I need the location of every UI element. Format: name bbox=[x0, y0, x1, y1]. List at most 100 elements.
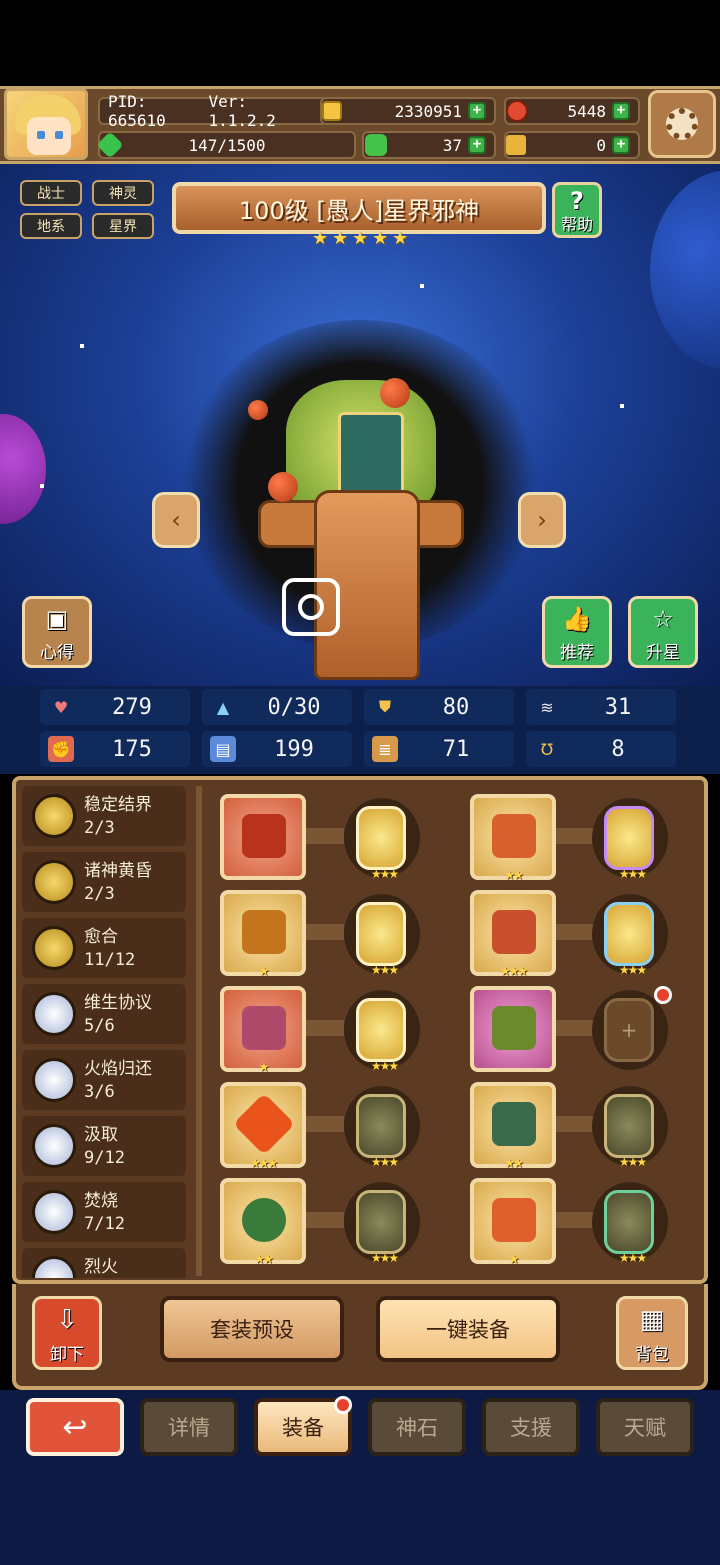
set-name: 焚烧 bbox=[84, 1191, 118, 1211]
upgrade-star-button[interactable]: ☆ 升星 bbox=[628, 596, 698, 668]
rune-slot[interactable]: ★★★ bbox=[356, 1094, 406, 1169]
set-name: 稳定结界 bbox=[84, 795, 152, 815]
stat-attack: ✊ 175 bbox=[40, 731, 190, 767]
back-button[interactable]: ↩ bbox=[26, 1398, 124, 1456]
notes-icon: ▣ bbox=[45, 604, 69, 633]
stat-value: 199 bbox=[274, 736, 314, 762]
equip-slot-gloves[interactable] bbox=[470, 986, 556, 1072]
rune-slot[interactable]: ★★★ bbox=[604, 1094, 654, 1169]
rune-slot[interactable]: ★★★ bbox=[604, 1190, 654, 1265]
rune-slot[interactable]: ★★★ bbox=[356, 1190, 406, 1265]
view-skin-button[interactable] bbox=[282, 578, 340, 636]
tab-label: 神石 bbox=[396, 1416, 438, 1440]
notification-dot bbox=[654, 986, 672, 1004]
equip-slot-armor[interactable]: ★ bbox=[220, 890, 306, 978]
equip-slot-weapon[interactable] bbox=[220, 794, 306, 880]
tag-realm: 星界 bbox=[92, 213, 154, 239]
set-badge-icon bbox=[32, 1190, 76, 1234]
gold-counter: 2330951 + bbox=[320, 97, 496, 125]
set-name: 烈火 bbox=[84, 1257, 118, 1277]
set-progress: 2/3 bbox=[84, 884, 115, 904]
add-clover-button[interactable]: + bbox=[468, 136, 486, 154]
planet-decoration bbox=[0, 414, 46, 524]
tab-talent[interactable]: 天赋 bbox=[596, 1398, 694, 1456]
camera-icon bbox=[298, 594, 324, 620]
backpack-icon: ▦ bbox=[639, 1304, 665, 1335]
tab-godstone[interactable]: 神石 bbox=[368, 1398, 466, 1456]
add-gold-button[interactable]: + bbox=[468, 102, 486, 120]
orb-decoration bbox=[380, 378, 410, 408]
arrow-down-icon: ⇩ bbox=[56, 1304, 78, 1335]
fire-gem-icon bbox=[232, 1092, 296, 1156]
recommend-button[interactable]: 👍 推荐 bbox=[542, 596, 612, 668]
list-item[interactable]: 维生协议 5/6 bbox=[22, 984, 186, 1044]
equip-slot-helmet[interactable]: ★★ bbox=[470, 794, 556, 882]
gear-icon bbox=[666, 108, 698, 140]
bag-button[interactable]: ▦ 背包 bbox=[616, 1296, 688, 1370]
thumbs-up-icon: 👍 bbox=[562, 604, 592, 633]
rune-slot[interactable]: ★★★ bbox=[604, 806, 654, 881]
rune-slot[interactable]: ★★★ bbox=[356, 806, 406, 881]
set-badge-icon bbox=[32, 1124, 76, 1168]
necklace-icon bbox=[242, 1006, 286, 1050]
chevron-right-icon: › bbox=[537, 506, 547, 534]
rune-slot[interactable]: ★★★ bbox=[604, 902, 654, 977]
stat-defense: ⛊ 80 bbox=[364, 689, 514, 725]
tab-details[interactable]: 详情 bbox=[140, 1398, 238, 1456]
stat-value: 80 bbox=[442, 694, 470, 720]
upgrade-star-label: 升星 bbox=[646, 643, 680, 663]
plus-icon: + bbox=[620, 1018, 638, 1042]
notes-label: 心得 bbox=[40, 643, 74, 663]
equip-slot-belt[interactable]: ★★ bbox=[470, 1082, 556, 1170]
prev-hero-button[interactable]: ‹ bbox=[152, 492, 200, 548]
list-item[interactable]: 焚烧 7/12 bbox=[22, 1182, 186, 1242]
set-preset-button[interactable]: 套装预设 bbox=[160, 1296, 344, 1362]
planet-decoration bbox=[650, 170, 720, 370]
chevron-left-icon: ‹ bbox=[171, 506, 181, 534]
scroll-icon: ≣ bbox=[372, 736, 398, 762]
glove-icon bbox=[492, 1006, 536, 1050]
rune-slot[interactable]: ★★★ bbox=[356, 902, 406, 977]
list-item[interactable]: 汲取 9/12 bbox=[22, 1116, 186, 1176]
rune-slot[interactable]: ★★★ bbox=[356, 998, 406, 1073]
hero-sprite-card bbox=[338, 412, 404, 502]
list-item[interactable]: 火焰归还 3/6 bbox=[22, 1050, 186, 1110]
set-progress: 9/12 bbox=[84, 1148, 125, 1168]
unequip-label: 卸下 bbox=[50, 1345, 84, 1365]
unequip-button[interactable]: ⇩ 卸下 bbox=[32, 1296, 102, 1370]
list-item[interactable]: 稳定结界 2/3 bbox=[22, 786, 186, 846]
notes-button[interactable]: ▣ 心得 bbox=[22, 596, 92, 668]
status-bar bbox=[0, 0, 720, 86]
list-item[interactable]: 愈合 11/12 bbox=[22, 918, 186, 978]
tag-element: 地系 bbox=[20, 213, 82, 239]
list-item[interactable]: 诸神黄昏 2/3 bbox=[22, 852, 186, 912]
stat-value: 279 bbox=[112, 694, 152, 720]
gold-value: 2330951 bbox=[394, 101, 462, 121]
equip-slot-necklace[interactable]: ★ bbox=[220, 986, 306, 1074]
add-ruby-button[interactable]: + bbox=[612, 102, 630, 120]
player-avatar[interactable] bbox=[4, 88, 88, 160]
one-click-equip-button[interactable]: 一键装备 bbox=[376, 1296, 560, 1362]
tab-label: 天赋 bbox=[624, 1416, 666, 1440]
game-version: Ver: 1.1.2.2 bbox=[208, 92, 276, 130]
clover-value: 37 bbox=[442, 135, 462, 155]
add-key-button[interactable]: + bbox=[612, 136, 630, 154]
next-hero-button[interactable]: › bbox=[518, 492, 566, 548]
list-item[interactable]: 烈火 bbox=[22, 1248, 186, 1278]
shield-icon: ⛊ bbox=[378, 697, 391, 716]
tab-support[interactable]: 支援 bbox=[482, 1398, 580, 1456]
star-icon: ★ bbox=[332, 228, 349, 249]
equip-slot-ring[interactable]: ★★ bbox=[220, 1178, 306, 1266]
set-badge-icon bbox=[32, 992, 76, 1036]
rune-slot-empty[interactable]: + bbox=[604, 998, 654, 1062]
star-icon: ★ bbox=[352, 228, 369, 249]
bag-label: 背包 bbox=[635, 1345, 669, 1365]
equip-slot-boots[interactable]: ★ bbox=[470, 1178, 556, 1266]
equip-slot-gem[interactable]: ★★★ bbox=[220, 1082, 306, 1170]
stat-speed: ≋ 31 bbox=[526, 689, 676, 725]
help-button[interactable]: ? 帮助 bbox=[552, 182, 602, 238]
set-progress: 11/12 bbox=[84, 950, 136, 970]
equip-slot-chest[interactable]: ★★★ bbox=[470, 890, 556, 978]
settings-button[interactable] bbox=[648, 90, 716, 158]
set-bonus-list[interactable]: 稳定结界 2/3 诸神黄昏 2/3 愈合 11/12 维生协议 5/6 火焰归还… bbox=[22, 786, 188, 1278]
